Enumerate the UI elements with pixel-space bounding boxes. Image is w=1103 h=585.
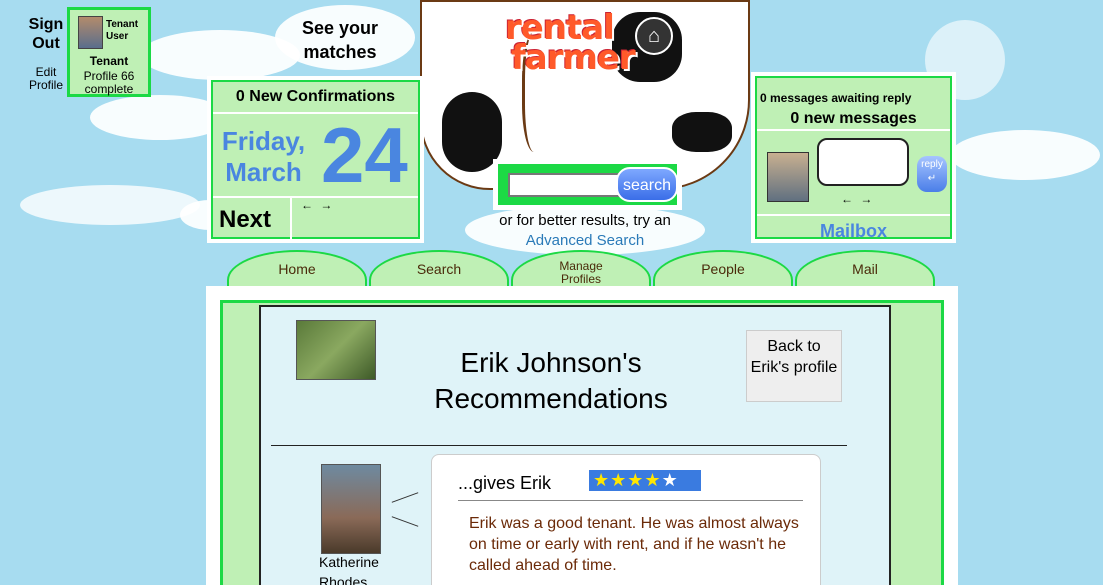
search-button[interactable]: search: [616, 167, 678, 202]
divider: [757, 214, 950, 216]
messages-widget: 0 messages awaiting reply 0 new messages…: [751, 72, 956, 243]
divider: [458, 500, 803, 501]
star-filled-icon: ★: [593, 470, 611, 490]
recommender-name[interactable]: Katherine Rhodes: [319, 552, 399, 585]
main-panel: Erik Johnson's Recommendations Back to E…: [206, 286, 958, 585]
divider: [757, 129, 950, 131]
user-profile-card[interactable]: Tenant User Tenant Profile 66 complete: [67, 7, 151, 97]
divider: [271, 445, 847, 446]
gives-label: ...gives Erik: [458, 473, 552, 493]
back-to-profile-button[interactable]: Back to Erik's profile: [746, 330, 842, 402]
star-empty-icon: ★: [661, 470, 679, 490]
tab-home[interactable]: Home: [227, 250, 367, 288]
cloud: [20, 185, 200, 225]
tab-search[interactable]: Search: [369, 250, 509, 288]
search-widget: search: [493, 159, 682, 210]
house-icon: ⌂: [635, 17, 673, 55]
reply-label: reply: [921, 159, 943, 170]
recommender-photo[interactable]: [321, 464, 381, 554]
reply-button[interactable]: reply ↵: [917, 156, 947, 192]
messages-awaiting-reply[interactable]: 0 messages awaiting reply: [760, 91, 911, 105]
avatar: [78, 16, 103, 49]
advanced-search-link[interactable]: Advanced Search: [470, 232, 700, 249]
search-hint: or for better results, try an: [499, 212, 671, 229]
message-arrows-icon[interactable]: ← →: [841, 192, 874, 206]
tab-label: People: [701, 261, 745, 277]
calendar-arrows-icon[interactable]: ← →: [301, 198, 334, 212]
tab-mail[interactable]: Mail: [795, 250, 935, 288]
tab-label: Home: [278, 261, 316, 277]
tab-people[interactable]: People: [653, 250, 793, 288]
connector-line: [391, 516, 419, 527]
search-input[interactable]: [508, 173, 620, 197]
mailbox-link[interactable]: Mailbox: [757, 221, 950, 242]
profile-completion: Profile 66 complete: [83, 69, 135, 96]
star-filled-icon: ★: [644, 470, 662, 490]
calendar-date: 24: [321, 111, 408, 199]
new-messages-count[interactable]: 0 new messages: [757, 110, 950, 128]
tab-label: Search: [416, 261, 462, 277]
star-filled-icon: ★: [627, 470, 645, 490]
divider: [290, 196, 292, 239]
page-title: Erik Johnson's Recommendations: [434, 347, 668, 414]
calendar-widget: 0 New Confirmations Friday, March 24 Nex…: [207, 76, 424, 243]
message-sender-avatar: [767, 152, 809, 202]
cloud: [950, 130, 1100, 180]
star-filled-icon: ★: [610, 470, 628, 490]
calendar-day: Friday, March: [221, 126, 306, 187]
edit-profile-link[interactable]: Edit Profile: [22, 66, 70, 92]
site-logo[interactable]: rental farmer: [505, 11, 636, 78]
tab-label: Manage Profiles: [559, 259, 603, 286]
recommendation-card: ...gives Erik ★★★★★ Erik was a good tena…: [431, 454, 821, 585]
connector-line: [391, 492, 419, 503]
see-matches-link[interactable]: See your matches: [290, 16, 390, 64]
user-role-label: Tenant User: [106, 19, 139, 42]
user-type-label: Tenant: [89, 54, 129, 68]
tab-manage-profiles[interactable]: Manage Profiles: [511, 250, 651, 288]
sign-out-link[interactable]: Sign Out: [25, 15, 67, 53]
recommendations-page: Erik Johnson's Recommendations Back to E…: [259, 305, 891, 585]
calendar-next-button[interactable]: Next: [219, 206, 271, 234]
recommendation-text: Erik was a good tenant. He was almost al…: [469, 515, 799, 574]
tab-label: Mail: [852, 261, 878, 277]
star-rating: ★★★★★: [589, 470, 701, 491]
speech-bubble: [817, 138, 909, 186]
profile-photo: [296, 320, 376, 380]
new-confirmations[interactable]: 0 New Confirmations: [213, 88, 418, 106]
logo-line2: farmer: [511, 38, 636, 78]
